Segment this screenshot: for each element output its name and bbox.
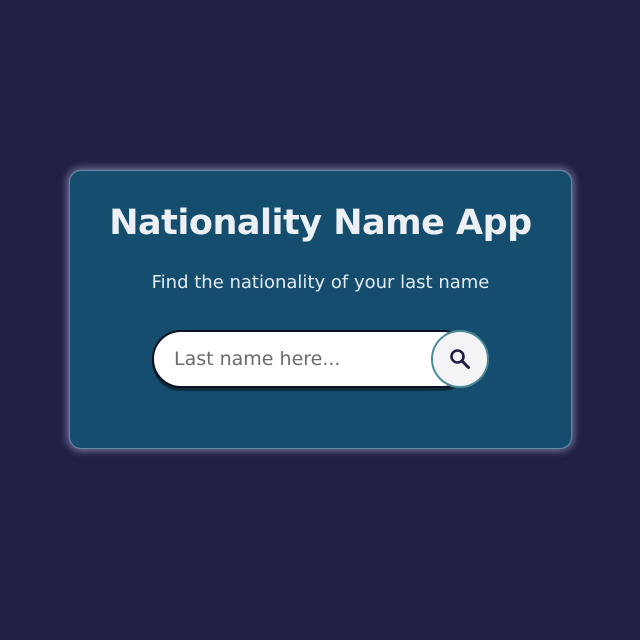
search-form — [152, 330, 490, 388]
app-title: Nationality Name App — [109, 203, 532, 243]
app-card: Nationality Name App Find the nationalit… — [69, 170, 572, 449]
search-button[interactable] — [431, 330, 489, 388]
app-subtitle: Find the nationality of your last name — [151, 272, 490, 293]
search-icon — [448, 347, 472, 371]
last-name-input[interactable] — [152, 330, 472, 388]
page: Nationality Name App Find the nationalit… — [0, 0, 640, 640]
